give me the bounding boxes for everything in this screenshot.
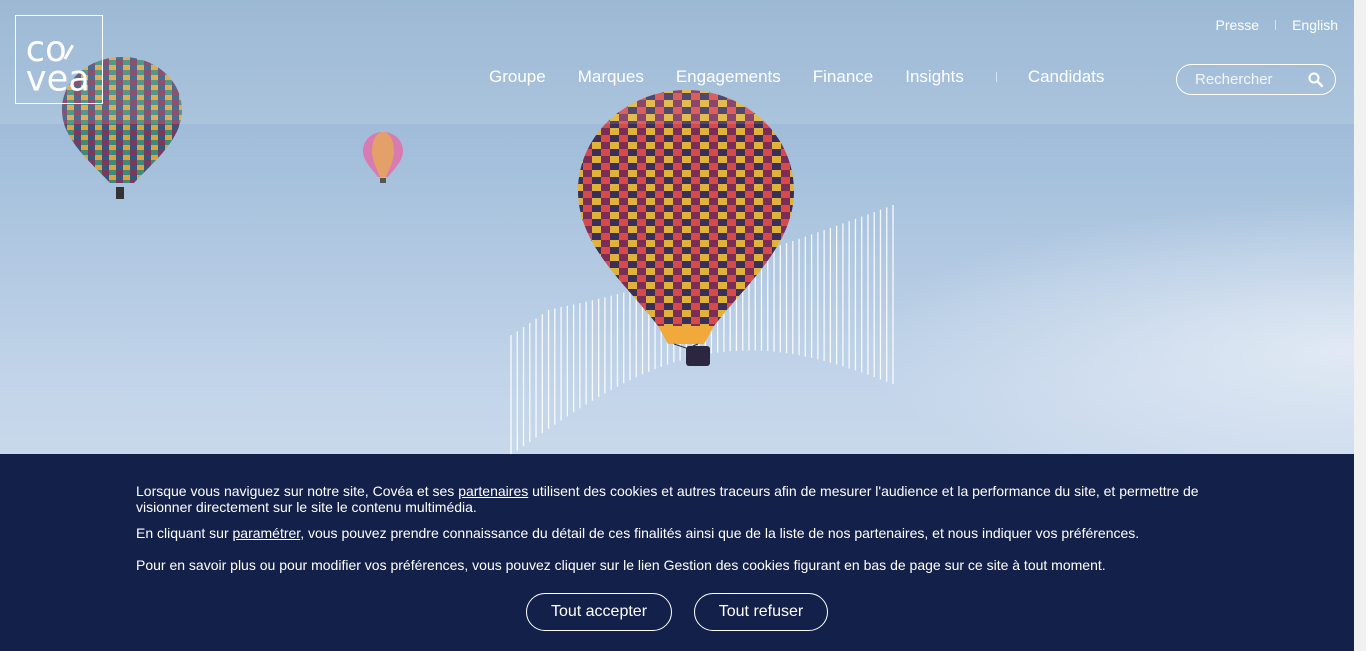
nav-candidats[interactable]: Candidats [1028,67,1105,87]
cookie-text-2-end: , vous pouvez prendre connaissance du dé… [300,525,1140,541]
english-link[interactable]: English [1292,17,1338,33]
refuse-all-button[interactable]: Tout refuser [694,593,828,631]
small-balloon-image [363,132,403,183]
page-scrollbar[interactable] [1354,0,1366,651]
nav-separator [995,72,997,82]
cookie-text-3: Pour en savoir plus ou pour modifier vos… [136,557,1106,573]
link-separator [1275,20,1277,30]
svg-text:vea: vea [26,58,90,99]
large-balloon-image [578,90,794,366]
main-navigation: Groupe Marques Engagements Finance Insig… [489,67,1136,87]
search-icon[interactable] [1307,71,1325,89]
parametrer-link[interactable]: paramétrer [233,525,301,541]
nav-finance[interactable]: Finance [813,67,873,87]
cookie-banner: Lorsque vous naviguez sur notre site, Co… [0,454,1354,651]
nav-marques[interactable]: Marques [578,67,644,87]
header-bar [0,0,1354,124]
cookie-text-1: Lorsque vous naviguez sur notre site, Co… [136,483,1216,515]
nav-groupe[interactable]: Groupe [489,67,546,87]
partenaires-link[interactable]: partenaires [458,483,528,499]
covea-logo-mark: co vea [26,29,90,99]
nav-engagements[interactable]: Engagements [676,67,781,87]
cookie-text-1-start: Lorsque vous naviguez sur notre site, Co… [136,483,459,499]
accept-all-button[interactable]: Tout accepter [526,593,672,631]
search-input[interactable] [1193,70,1307,89]
presse-link[interactable]: Presse [1216,17,1260,33]
cookie-text-2-start: En cliquant sur [136,525,233,541]
nav-insights[interactable]: Insights [905,67,964,87]
covea-logo[interactable]: co vea [15,15,103,104]
search-box[interactable] [1176,64,1336,95]
utility-links: Presse English [1216,17,1339,33]
cookie-text-2: En cliquant sur paramétrer, vous pouvez … [136,525,1216,541]
